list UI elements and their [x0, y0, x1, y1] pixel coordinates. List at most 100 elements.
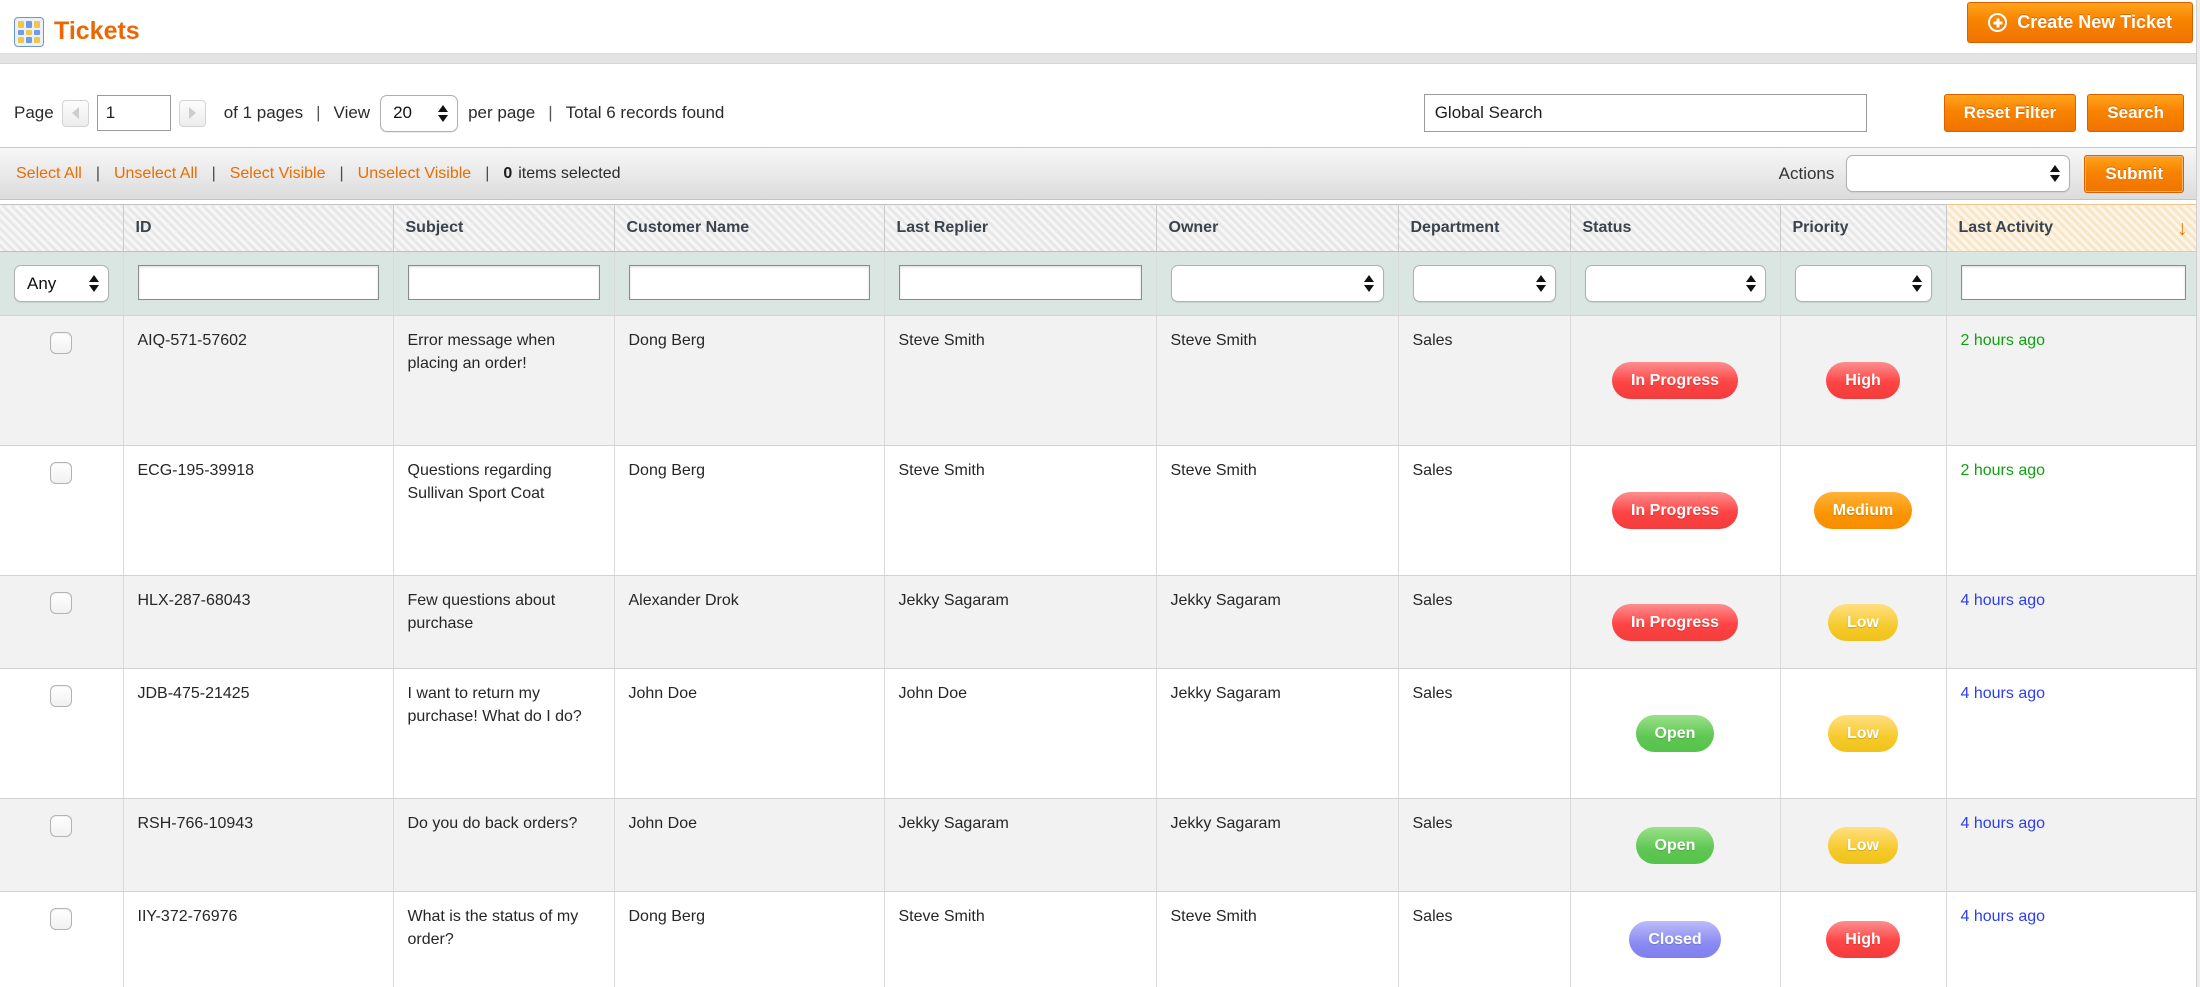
subject-cell: Questions regarding Sullivan Sport Coat	[393, 446, 614, 576]
last-replier-cell: John Doe	[884, 669, 1156, 799]
column-header-last-replier[interactable]: Last Replier	[884, 205, 1156, 252]
ticket-id-cell: HLX-287-68043	[123, 576, 393, 669]
filter-row: Any	[0, 252, 2200, 316]
select-stepper-icon	[1912, 275, 1922, 292]
owner-cell: Jekky Sagaram	[1156, 576, 1398, 669]
unselect-visible-link[interactable]: Unselect Visible	[358, 165, 472, 183]
filter-replier-input[interactable]	[899, 265, 1142, 300]
create-new-ticket-button[interactable]: Create New Ticket	[1967, 2, 2193, 43]
tickets-table: ID Subject Customer Name Last Replier Ow…	[0, 204, 2200, 987]
owner-cell: Jekky Sagaram	[1156, 669, 1398, 799]
customer-name-cell: John Doe	[614, 799, 884, 892]
last-activity-value: 2 hours ago	[1961, 462, 2046, 479]
header-divider	[0, 53, 2200, 64]
arrow-right-icon	[189, 107, 196, 119]
filter-subject-input[interactable]	[408, 265, 600, 300]
last-replier-cell: Steve Smith	[884, 892, 1156, 987]
department-cell: Sales	[1398, 892, 1570, 987]
filter-priority-select[interactable]	[1795, 265, 1932, 302]
filter-activity-input[interactable]	[1961, 265, 2186, 300]
page-number-input[interactable]	[97, 95, 171, 131]
global-search-input[interactable]	[1424, 94, 1867, 132]
ticket-row[interactable]: JDB-475-21425 I want to return my purcha…	[0, 669, 2200, 799]
previous-page-button[interactable]	[62, 100, 89, 127]
ticket-row[interactable]: AIQ-571-57602 Error message when placing…	[0, 316, 2200, 446]
last-activity-cell: 4 hours ago	[1946, 669, 2200, 799]
last-activity-value: 2 hours ago	[1961, 332, 2046, 349]
massaction-bar: Select All | Unselect All | Select Visib…	[0, 147, 2200, 200]
owner-cell: Jekky Sagaram	[1156, 799, 1398, 892]
select-stepper-icon	[2050, 165, 2060, 182]
last-replier-cell: Jekky Sagaram	[884, 799, 1156, 892]
column-header-owner[interactable]: Owner	[1156, 205, 1398, 252]
row-checkbox[interactable]	[50, 592, 72, 614]
page-label: Page	[14, 103, 54, 123]
row-checkbox[interactable]	[50, 332, 72, 354]
header-row: ID Subject Customer Name Last Replier Ow…	[0, 205, 2200, 252]
row-checkbox[interactable]	[50, 815, 72, 837]
owner-cell: Steve Smith	[1156, 892, 1398, 987]
filter-department-select[interactable]	[1413, 265, 1556, 302]
subject-cell: I want to return my purchase! What do I …	[393, 669, 614, 799]
filter-id-input[interactable]	[138, 265, 379, 300]
last-activity-cell: 4 hours ago	[1946, 892, 2200, 987]
scrollbar-track[interactable]	[2196, 0, 2200, 987]
column-header-id[interactable]: ID	[123, 205, 393, 252]
submit-button[interactable]: Submit	[2084, 155, 2184, 193]
total-pages-text: of 1 pages	[224, 103, 303, 123]
ticket-id-cell: IIY-372-76976	[123, 892, 393, 987]
tickets-grid-icon	[14, 17, 44, 47]
pager-bar: Page of 1 pages | View 20 per page | Tot…	[0, 64, 2200, 147]
plus-icon	[1988, 13, 2007, 32]
arrow-left-icon	[72, 107, 79, 119]
last-activity-cell: 4 hours ago	[1946, 799, 2200, 892]
last-replier-cell: Steve Smith	[884, 316, 1156, 446]
per-page-select[interactable]: 20	[380, 95, 458, 132]
select-visible-link[interactable]: Select Visible	[230, 165, 326, 183]
customer-name-cell: Alexander Drok	[614, 576, 884, 669]
department-cell: Sales	[1398, 316, 1570, 446]
view-label: View	[334, 103, 371, 123]
filter-customer-input[interactable]	[629, 265, 870, 300]
page-header: Tickets Create New Ticket	[0, 0, 2200, 53]
subject-cell: Error message when placing an order!	[393, 316, 614, 446]
column-header-subject[interactable]: Subject	[393, 205, 614, 252]
column-header-last-activity[interactable]: Last Activity	[1946, 205, 2200, 252]
total-records-text: Total 6 records found	[566, 103, 725, 123]
select-stepper-icon	[1536, 275, 1546, 292]
ticket-row[interactable]: IIY-372-76976 What is the status of my o…	[0, 892, 2200, 987]
column-header-status[interactable]: Status	[1570, 205, 1780, 252]
customer-name-cell: Dong Berg	[614, 892, 884, 987]
filter-any-select[interactable]: Any	[14, 265, 109, 302]
column-header-department[interactable]: Department	[1398, 205, 1570, 252]
ticket-row[interactable]: RSH-766-10943 Do you do back orders? Joh…	[0, 799, 2200, 892]
row-checkbox[interactable]	[50, 685, 72, 707]
status-badge: Open	[1636, 827, 1715, 864]
last-activity-value: 4 hours ago	[1961, 815, 2046, 832]
priority-badge: Medium	[1814, 492, 1912, 529]
actions-select[interactable]	[1846, 155, 2070, 192]
reset-filter-button[interactable]: Reset Filter	[1944, 94, 2077, 132]
row-checkbox[interactable]	[50, 908, 72, 930]
priority-badge: High	[1826, 362, 1900, 399]
select-all-link[interactable]: Select All	[16, 165, 82, 183]
subject-cell: What is the status of my order?	[393, 892, 614, 987]
last-activity-value: 4 hours ago	[1961, 685, 2046, 702]
filter-owner-select[interactable]	[1171, 265, 1384, 302]
column-header-customer-name[interactable]: Customer Name	[614, 205, 884, 252]
last-activity-cell: 2 hours ago	[1946, 446, 2200, 576]
column-header-priority[interactable]: Priority	[1780, 205, 1946, 252]
last-activity-value: 4 hours ago	[1961, 592, 2046, 609]
ticket-row[interactable]: HLX-287-68043 Few questions about purcha…	[0, 576, 2200, 669]
tickets-page: Tickets Create New Ticket Page of 1 page…	[0, 0, 2200, 987]
owner-cell: Steve Smith	[1156, 316, 1398, 446]
status-badge: In Progress	[1612, 604, 1738, 641]
search-button[interactable]: Search	[2087, 94, 2184, 132]
ticket-row[interactable]: ECG-195-39918 Questions regarding Sulliv…	[0, 446, 2200, 576]
unselect-all-link[interactable]: Unselect All	[114, 165, 198, 183]
filter-status-select[interactable]	[1585, 265, 1766, 302]
next-page-button[interactable]	[179, 100, 206, 127]
row-checkbox[interactable]	[50, 462, 72, 484]
select-stepper-icon	[89, 275, 99, 292]
priority-badge: Low	[1828, 715, 1898, 752]
